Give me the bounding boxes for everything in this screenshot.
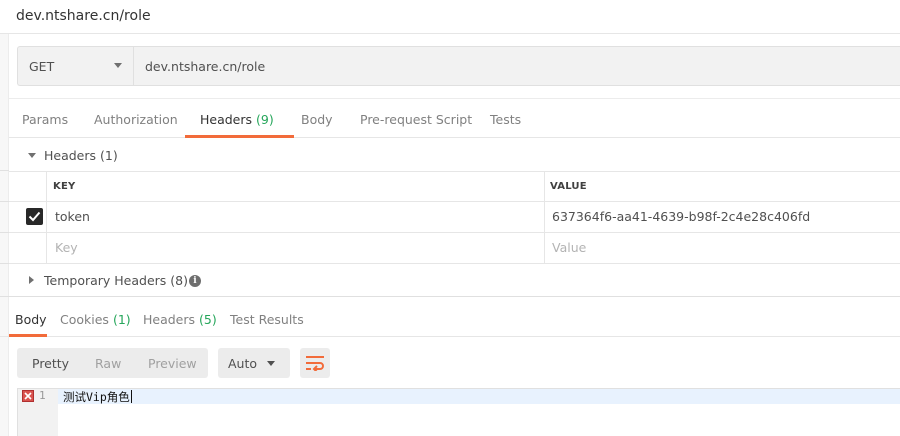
headers-table: KEY VALUE token 637364f6-aa41-4639-b98f-… [9, 171, 900, 264]
response-tabs: Body Cookies (1) Headers (5) Test Result… [0, 297, 900, 337]
column-header-value: VALUE [550, 181, 587, 192]
request-tabs: Params Authorization Headers (9) Body Pr… [9, 98, 900, 138]
format-label: Auto [228, 356, 258, 371]
tab-headers[interactable]: Headers (9) [200, 112, 274, 127]
view-pretty-button[interactable]: Pretty [32, 356, 69, 371]
table-divider [9, 171, 900, 172]
tab-label: Body [301, 112, 333, 127]
temporary-headers-title[interactable]: Temporary Headers (8) [44, 273, 188, 288]
header-key-cell[interactable]: token [55, 209, 90, 224]
view-preview-button[interactable]: Preview [148, 356, 197, 371]
tab-label: Tests [490, 112, 522, 127]
response-tab-headers[interactable]: Headers (5) [143, 312, 217, 327]
method-label: GET [29, 59, 55, 74]
left-gutter [0, 34, 9, 436]
column-header-key: KEY [53, 181, 76, 192]
active-line-highlight [58, 389, 900, 404]
new-key-input[interactable]: Key [55, 240, 78, 255]
chevron-down-icon [267, 361, 275, 366]
response-tab-test-results[interactable]: Test Results [230, 312, 304, 327]
response-tab-cookies[interactable]: Cookies (1) [60, 312, 131, 327]
gutter-divider [0, 201, 9, 202]
code-text: 测试Vip角色 [63, 390, 130, 404]
tab-label: Pre-request Script [360, 112, 473, 127]
method-select[interactable]: GET [18, 47, 134, 85]
active-tab-indicator [185, 135, 294, 138]
tab-count: (5) [199, 312, 217, 327]
info-icon[interactable]: i [189, 275, 201, 287]
request-title: dev.ntshare.cn/role [16, 8, 151, 24]
chevron-down-icon [114, 63, 122, 68]
tab-pre-request-script[interactable]: Pre-request Script [360, 112, 472, 127]
tab-label: Body [15, 312, 47, 327]
gutter-divider [0, 170, 9, 171]
response-tab-body[interactable]: Body [15, 312, 47, 327]
header-value-cell[interactable]: 637364f6-aa41-4639-b98f-2c4e28c406fd [552, 209, 810, 224]
gutter-divider [0, 232, 9, 233]
checkmark-icon [28, 211, 41, 222]
editor-content[interactable]: 测试Vip角色 [63, 389, 132, 405]
headers-section-title[interactable]: Headers (1) [44, 148, 118, 163]
new-value-input[interactable]: Value [552, 240, 586, 255]
tab-label: Authorization [94, 112, 178, 127]
view-raw-button[interactable]: Raw [95, 356, 121, 371]
chevron-right-icon[interactable] [29, 276, 34, 284]
header-enabled-checkbox[interactable] [26, 208, 43, 225]
line-number: 1 [39, 389, 46, 402]
tab-authorization[interactable]: Authorization [94, 112, 178, 127]
url-input[interactable]: dev.ntshare.cn/role [145, 59, 265, 74]
table-divider [9, 232, 900, 233]
tab-label: Headers [200, 112, 253, 127]
chevron-down-icon[interactable] [28, 153, 36, 158]
wrap-lines-icon [306, 356, 324, 371]
request-bar: GET dev.ntshare.cn/role [17, 46, 900, 86]
error-icon[interactable] [22, 390, 34, 402]
wrap-lines-button[interactable] [300, 348, 330, 378]
tab-body[interactable]: Body [301, 112, 333, 127]
text-cursor [130, 390, 132, 403]
table-divider [544, 171, 545, 263]
title-bar: dev.ntshare.cn/role [0, 0, 900, 34]
view-mode-group: Pretty Raw Preview [17, 348, 208, 378]
table-divider [46, 171, 47, 263]
tab-label: Test Results [230, 312, 304, 327]
tab-label: Params [22, 112, 69, 127]
active-tab-indicator [9, 334, 47, 337]
tab-params[interactable]: Params [22, 112, 68, 127]
table-divider [9, 201, 900, 202]
gutter-divider [0, 263, 9, 264]
table-divider [9, 263, 900, 264]
tab-count: (1) [112, 312, 131, 327]
tab-label: Headers [143, 312, 196, 327]
response-body-editor[interactable]: 1 测试Vip角色 [17, 388, 900, 436]
editor-gutter: 1 [18, 389, 58, 436]
tab-count: (9) [256, 112, 274, 127]
format-select[interactable]: Auto [218, 348, 290, 378]
tab-label: Cookies [60, 312, 109, 327]
tab-tests[interactable]: Tests [490, 112, 521, 127]
